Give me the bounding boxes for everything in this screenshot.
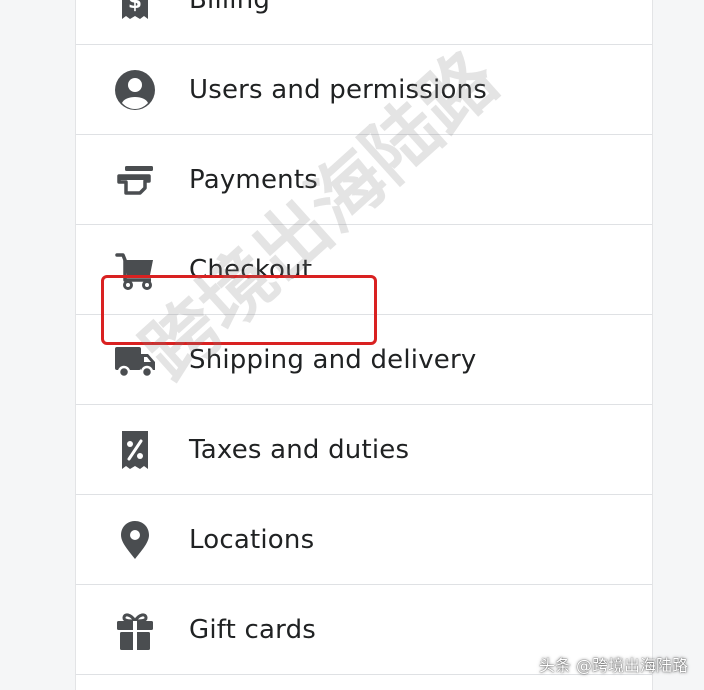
tax-percent-receipt-icon — [113, 428, 157, 472]
truck-icon — [113, 338, 157, 382]
svg-text:$: $ — [128, 0, 142, 13]
settings-item-label: Payments — [189, 164, 318, 195]
settings-item-label: Taxes and duties — [189, 434, 410, 465]
settings-item-payments[interactable]: Payments — [76, 135, 652, 225]
settings-item-label: Gift cards — [189, 614, 317, 645]
settings-item-billing[interactable]: $ Billing — [76, 0, 652, 45]
user-avatar-icon — [113, 68, 157, 112]
payment-cards-icon — [113, 158, 157, 202]
settings-item-users-and-permissions[interactable]: Users and permissions — [76, 45, 652, 135]
map-pin-icon — [113, 518, 157, 562]
settings-item-checkout[interactable]: Checkout — [76, 225, 652, 315]
settings-item-gift-cards[interactable]: Gift cards — [76, 585, 652, 675]
billing-receipt-icon: $ — [113, 0, 157, 22]
settings-item-label: Locations — [189, 524, 315, 555]
shopping-cart-icon — [113, 248, 157, 292]
settings-item-label: Users and permissions — [189, 74, 487, 105]
gift-icon — [113, 608, 157, 652]
settings-item-locations[interactable]: Locations — [76, 495, 652, 585]
settings-item-shipping-and-delivery[interactable]: Shipping and delivery — [76, 315, 652, 405]
settings-panel: $ Billing Users and permissions Payments — [75, 0, 653, 690]
settings-item-taxes-and-duties[interactable]: Taxes and duties — [76, 405, 652, 495]
settings-item-label: Shipping and delivery — [189, 344, 477, 375]
settings-item-label: Billing — [189, 0, 270, 15]
settings-item-label: Checkout — [189, 254, 313, 285]
